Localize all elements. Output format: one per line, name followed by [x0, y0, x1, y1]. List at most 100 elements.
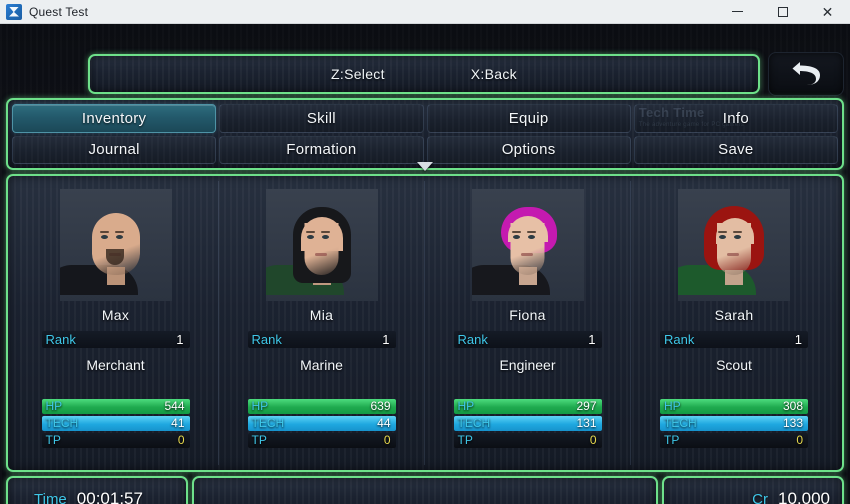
eyebrow-left: [99, 231, 109, 233]
tab-equip[interactable]: Equip: [426, 104, 631, 133]
stat-bar-hp: HP 297: [453, 399, 602, 414]
tab-skill-label: Skill: [306, 109, 336, 127]
member-rank-label: Rank: [664, 332, 695, 347]
tab-inventory-label: Inventory: [81, 109, 147, 127]
eyebrow-left: [305, 231, 315, 233]
stat-bar-tp-value: 0: [589, 433, 597, 447]
stat-bar-tech-label: TECH: [664, 416, 697, 430]
tab-skill[interactable]: Skill: [219, 104, 424, 133]
member-class: Merchant: [86, 357, 145, 373]
member-rank-label: Rank: [457, 332, 488, 347]
stat-bar-tech: TECH 131: [453, 416, 602, 431]
party-panel: Max Rank 1 Merchant HP 544 TECH 41 TP 0 Mia Rank 1 Ma…: [6, 174, 844, 472]
stat-bar-tp-value: 0: [383, 433, 391, 447]
time-value: 00:01:57: [76, 489, 143, 504]
window-title: Quest Test: [29, 4, 89, 19]
stat-bar-tp-value: 0: [177, 433, 185, 447]
window-controls: ✕: [715, 0, 850, 24]
scroll-down-arrow-icon[interactable]: [417, 162, 433, 171]
eyebrow-right: [526, 231, 536, 233]
portrait-max: [59, 189, 172, 301]
stat-bar-hp-label: HP: [457, 399, 475, 413]
minimize-button[interactable]: [715, 0, 760, 24]
tab-options-label: Options: [501, 141, 556, 159]
stat-bar-tech-value: 131: [576, 416, 597, 430]
member-class: Engineer: [499, 357, 556, 373]
mouth: [314, 253, 327, 256]
member-rank-row: Rank 1: [453, 331, 602, 348]
tab-formation-label: Formation: [286, 141, 357, 159]
stat-bar-tech-value: 41: [171, 416, 185, 430]
main-menu-panel: Inventory Skill Equip Tech Time The adve…: [6, 98, 844, 170]
member-stat-bars: HP 308 TECH 133 TP 0: [660, 399, 808, 450]
party-member[interactable]: Mia Rank 1 Marine HP 639 TECH 44 TP 0: [219, 181, 425, 465]
tab-info[interactable]: Tech Time The adventure game for PC game…: [633, 104, 838, 133]
member-name: Mia: [309, 307, 334, 323]
party-member[interactable]: Fiona Rank 1 Engineer HP 297 TECH 131 TP 0: [425, 181, 631, 465]
stat-bar-tech: TECH 41: [41, 416, 190, 431]
face: [85, 205, 147, 285]
stat-bar-tp: TP 0: [660, 433, 808, 448]
time-label: Time: [34, 490, 67, 504]
tab-inventory[interactable]: Inventory: [12, 104, 217, 133]
stat-bar-tp-label: TP: [251, 433, 267, 447]
stat-bar-tech-label: TECH: [45, 416, 79, 430]
stat-bar-tech-label: TECH: [251, 416, 285, 430]
hint-back: X:Back: [470, 66, 517, 82]
member-name: Fiona: [509, 307, 546, 323]
close-button[interactable]: ✕: [805, 0, 850, 24]
tab-options[interactable]: Options: [426, 135, 631, 164]
portrait-sarah: [678, 189, 790, 301]
eyebrow-left: [718, 231, 727, 233]
credits-panel: Cr 10,000: [662, 476, 844, 504]
mouth: [727, 253, 739, 256]
app-root: Quest Test ✕ Z:Select X:Back Inventory S…: [0, 0, 850, 504]
stat-bar-tp-label: TP: [664, 433, 680, 447]
status-spacer-panel: [192, 476, 658, 504]
menu-tab-grid: Inventory Skill Equip Tech Time The adve…: [12, 104, 838, 164]
tab-formation[interactable]: Formation: [219, 135, 424, 164]
tab-info-label: Info: [722, 109, 749, 127]
stat-bar-tp-label: TP: [45, 433, 61, 447]
eye-left: [719, 235, 726, 239]
stat-bar-tech-value: 44: [377, 416, 391, 430]
member-rank-value: 1: [382, 332, 390, 347]
member-stat-bars: HP 639 TECH 44 TP 0: [247, 399, 396, 450]
maximize-button[interactable]: [760, 0, 805, 24]
member-rank-label: Rank: [251, 332, 282, 347]
hint-select: Z:Select: [331, 66, 385, 82]
time-panel: Time 00:01:57: [6, 476, 188, 504]
portrait-fiona: [471, 189, 584, 301]
member-class: Marine: [300, 357, 343, 373]
stat-bar-tech: TECH 133: [660, 416, 808, 431]
eye-left: [306, 235, 314, 239]
minimize-icon: [732, 11, 743, 12]
face: [703, 205, 765, 285]
member-name: Max: [101, 307, 130, 323]
eyebrow-right: [114, 231, 124, 233]
stat-bar-hp-value: 544: [164, 399, 185, 413]
tab-journal-label: Journal: [88, 141, 140, 159]
maximize-icon: [777, 6, 788, 17]
member-rank-value: 1: [588, 332, 596, 347]
stat-bar-hp-label: HP: [664, 399, 681, 413]
tab-journal[interactable]: Journal: [12, 135, 217, 164]
stat-bar-tp-value: 0: [796, 433, 803, 447]
member-name: Sarah: [714, 307, 754, 323]
stat-bar-hp-label: HP: [45, 399, 63, 413]
eyebrow-right: [733, 231, 742, 233]
eyebrow-right: [320, 231, 330, 233]
face: [497, 205, 559, 285]
stat-bar-tech-label: TECH: [457, 416, 491, 430]
tab-save-label: Save: [718, 141, 754, 159]
party-member[interactable]: Max Rank 1 Merchant HP 544 TECH 41 TP 0: [13, 181, 219, 465]
stat-bar-tp: TP 0: [247, 433, 396, 448]
party-member[interactable]: Sarah Rank 1 Scout HP 308 TECH 133 TP 0: [631, 181, 837, 465]
stat-bar-tech: TECH 44: [247, 416, 396, 431]
tab-save[interactable]: Save: [633, 135, 838, 164]
stat-bar-hp-label: HP: [251, 399, 269, 413]
back-button[interactable]: [768, 52, 844, 96]
stat-bar-tp: TP 0: [41, 433, 190, 448]
member-rank-label: Rank: [45, 332, 76, 347]
stat-bar-tp-label: TP: [457, 433, 473, 447]
